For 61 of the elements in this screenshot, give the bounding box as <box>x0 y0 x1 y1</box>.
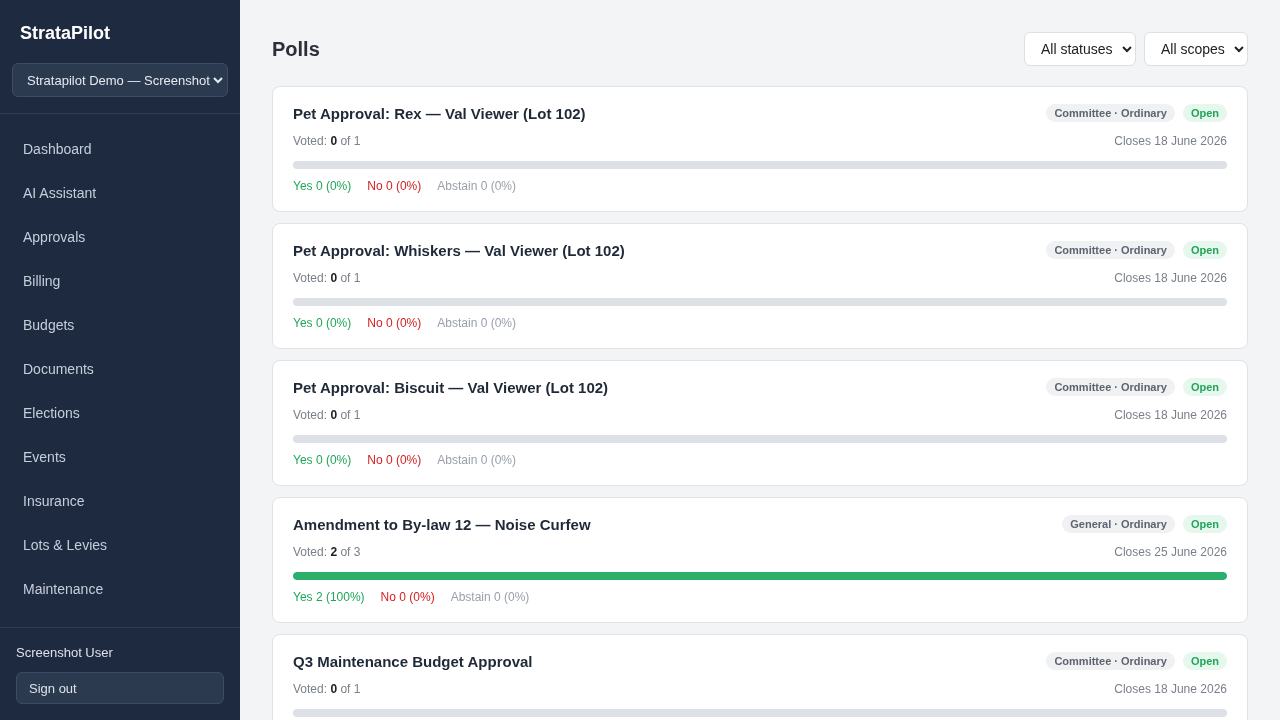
status-tag: Open <box>1182 241 1227 259</box>
page-title: Polls <box>272 37 320 61</box>
vote-tally: Abstain 0 (0%) <box>437 179 516 193</box>
nav-item[interactable]: Elections <box>0 391 240 435</box>
nav-item[interactable]: Insurance <box>0 479 240 523</box>
voted-count: Voted: 0 of 1 <box>293 271 361 285</box>
poll-card[interactable]: Pet Approval: Whiskers — Val Viewer (Lot 102) Committee · Ordinary Open Voted: 0 of 1 Closes 18 June 2026 Yes 0 (0%) No 0 (0%) Abstain 0 (0%) <box>272 223 1248 349</box>
poll-title: Pet Approval: Rex — Val Viewer (Lot 102) <box>293 104 586 122</box>
filter-select[interactable]: All scopes <box>1144 32 1248 66</box>
scope-tag: Committee · Ordinary <box>1046 378 1175 396</box>
poll-title: Amendment to By-law 12 — Noise Curfew <box>293 515 591 533</box>
poll-card[interactable]: Amendment to By-law 12 — Noise Curfew General · Ordinary Open Voted: 2 of 3 Closes 25 June 2026 Yes 2 (100%) No 0 (0%) Abstain 0 (0%) <box>272 497 1248 623</box>
chevron-icon <box>213 75 223 85</box>
nav-item[interactable]: Budgets <box>0 303 240 347</box>
scheme-select[interactable]: Stratapilot Demo — Screenshot <box>12 63 228 97</box>
nav-item[interactable]: Documents <box>0 347 240 391</box>
poll-card[interactable]: Q3 Maintenance Budget Approval Committee · Ordinary Open Voted: 0 of 1 Closes 18 June 2026 <box>272 634 1248 720</box>
closing-date: Closes 18 June 2026 <box>1114 271 1227 285</box>
status-tag: Open <box>1182 652 1227 670</box>
vote-tally: Abstain 0 (0%) <box>450 590 530 604</box>
status-tag: Open <box>1182 515 1227 533</box>
poll-title: Pet Approval: Biscuit — Val Viewer (Lot 102) <box>293 378 609 396</box>
app-logo: StrataPilot <box>19 22 112 44</box>
vote-tally: Abstain 0 (0%) <box>437 453 516 467</box>
vote-tally: Yes 0 (0%) <box>293 453 352 467</box>
poll-card[interactable]: Pet Approval: Rex — Val Viewer (Lot 102) Committee · Ordinary Open Voted: 0 of 1 Closes 18 June 2026 Yes 0 (0%) No 0 (0%) Abstain 0 (0%) <box>272 86 1248 212</box>
nav-item[interactable]: Maintenance <box>0 567 240 611</box>
closing-date: Closes 18 June 2026 <box>1114 682 1227 696</box>
voted-count: Voted: 0 of 1 <box>293 134 361 148</box>
vote-tally: No 0 (0%) <box>380 590 435 604</box>
vote-tally: Yes 2 (100%) <box>293 590 365 604</box>
nav-item[interactable]: AI Assistant <box>0 171 240 215</box>
user-name: Screenshot User <box>16 645 114 660</box>
nav-item[interactable]: Dashboard <box>0 127 240 171</box>
vote-tally: No 0 (0%) <box>367 453 422 467</box>
vote-tally: No 0 (0%) <box>367 316 422 330</box>
nav-item[interactable]: Lots & Levies <box>0 523 240 567</box>
voted-count: Voted: 0 of 1 <box>293 682 361 696</box>
closing-date: Closes 18 June 2026 <box>1114 408 1227 422</box>
vote-tally: Yes 0 (0%) <box>293 316 352 330</box>
closing-date: Closes 18 June 2026 <box>1114 134 1227 148</box>
sign-out-button[interactable]: Sign out <box>16 672 224 704</box>
closing-date: Closes 25 June 2026 <box>1114 545 1227 559</box>
scope-tag: General · Ordinary <box>1062 515 1175 533</box>
scope-tag: Committee · Ordinary <box>1046 104 1175 122</box>
poll-title: Pet Approval: Whiskers — Val Viewer (Lot 102) <box>293 241 625 259</box>
nav-item[interactable]: Events <box>0 435 240 479</box>
vote-tally: Abstain 0 (0%) <box>437 316 516 330</box>
scope-tag: Committee · Ordinary <box>1046 241 1175 259</box>
poll-title: Q3 Maintenance Budget Approval <box>293 652 533 670</box>
scope-tag: Committee · Ordinary <box>1046 652 1175 670</box>
status-tag: Open <box>1182 378 1227 396</box>
filter-select[interactable]: All statuses <box>1024 32 1136 66</box>
vote-tally: No 0 (0%) <box>367 179 422 193</box>
status-tag: Open <box>1182 104 1227 122</box>
voted-count: Voted: 0 of 1 <box>293 408 361 422</box>
voted-count: Voted: 2 of 3 <box>293 545 361 559</box>
vote-tally: Yes 0 (0%) <box>293 179 352 193</box>
nav-item[interactable]: Approvals <box>0 215 240 259</box>
poll-card[interactable]: Pet Approval: Biscuit — Val Viewer (Lot 102) Committee · Ordinary Open Voted: 0 of 1 Closes 18 June 2026 Yes 0 (0%) No 0 (0%) Abstain 0 (0%) <box>272 360 1248 486</box>
nav-item[interactable]: Billing <box>0 259 240 303</box>
